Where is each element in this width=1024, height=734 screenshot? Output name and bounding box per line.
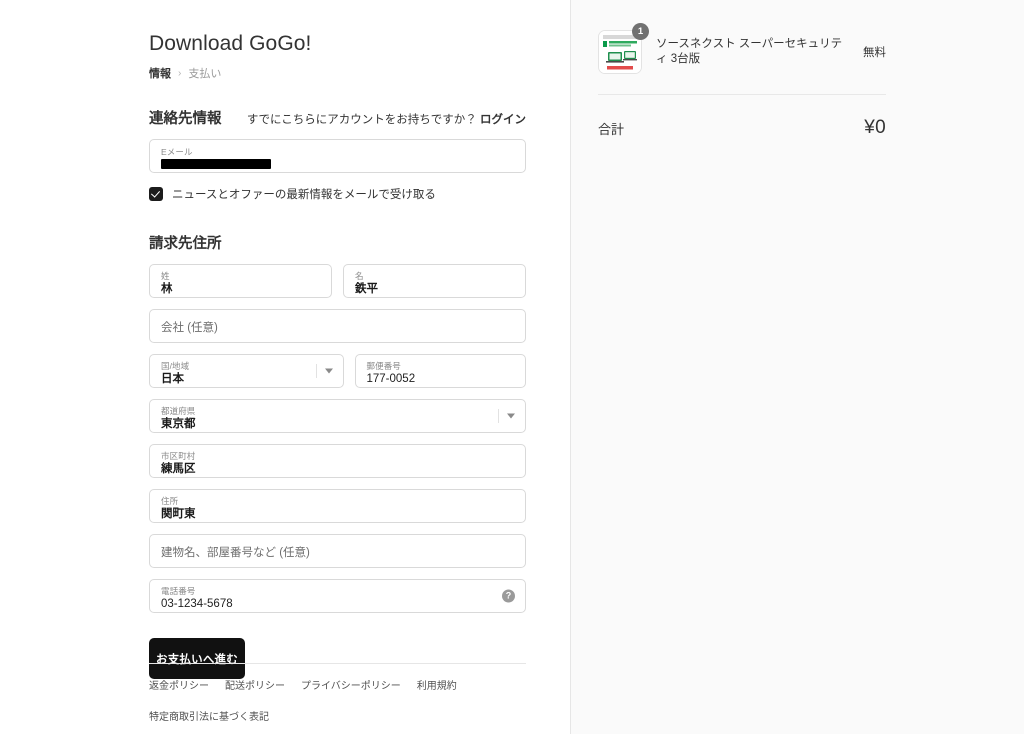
footer-link-shipping-policy[interactable]: 配送ポリシー [225, 677, 285, 692]
contact-section-title: 連絡先情報 [149, 111, 222, 127]
first-name-field[interactable]: 名 鉄平 [343, 264, 526, 298]
country-select[interactable]: 国/地域 日本 [149, 354, 344, 388]
email-field-label: Eメール [161, 147, 193, 157]
postal-code-label: 郵便番号 [366, 360, 401, 371]
page-title: Download GoGo! [149, 32, 312, 55]
company-placeholder: 会社 (任意) [161, 322, 218, 334]
last-name-value: 林 [161, 282, 173, 295]
address-line1-label: 住所 [161, 495, 179, 506]
country-select-divider [315, 364, 317, 378]
name-fields-row: 姓 林 名 鉄平 [149, 253, 526, 298]
order-total-row: 合計 ¥0 [598, 95, 886, 139]
city-label: 市区町村 [161, 450, 196, 461]
city-value: 練馬区 [161, 462, 196, 475]
checkout-form-column: Download GoGo! 情報 › 支払い 連絡先情報 すでにこちらにアカウ… [0, 0, 570, 734]
product-price: 無料 [863, 47, 886, 59]
newsletter-checkbox[interactable] [149, 187, 163, 201]
address-line1-value: 関町東 [161, 507, 196, 520]
contact-section-header: 連絡先情報 すでにこちらにアカウントをお持ちですか？ ログイン [149, 107, 526, 128]
footer-link-terms-of-service[interactable]: 利用規約 [417, 677, 457, 692]
login-link[interactable]: ログイン [480, 114, 526, 126]
breadcrumb-item-payment[interactable]: 支払い [188, 67, 221, 81]
phone-value: 03-1234-5678 [161, 597, 233, 610]
product-thumbnail-wrapper: 1 [598, 23, 649, 74]
help-icon[interactable]: ? [502, 589, 515, 603]
order-summary-column: 1 ソースネクスト スーパーセキュリティ 3台版 無料 合計 ¥0 [570, 0, 1024, 734]
address-line2-field[interactable]: 建物名、部屋番号など (任意) [149, 534, 526, 568]
postal-code-field[interactable]: 郵便番号 177-0052 [354, 354, 526, 388]
checkout-page: Download GoGo! 情報 › 支払い 連絡先情報 すでにこちらにアカウ… [0, 0, 1024, 734]
footer: 返金ポリシー 配送ポリシー プライバシーポリシー 利用規約 特定商取引法に基づく… [149, 663, 526, 723]
phone-label: 電話番号 [161, 585, 196, 596]
order-total-label: 合計 [598, 121, 625, 137]
footer-link-legal-notice[interactable]: 特定商取引法に基づく表記 [149, 708, 269, 723]
footer-links: 返金ポリシー 配送ポリシー プライバシーポリシー 利用規約 特定商取引法に基づく… [149, 677, 526, 723]
first-name-label: 名 [355, 270, 364, 281]
login-prompt: すでにこちらにアカウントをお持ちですか？ ログイン [247, 111, 526, 127]
postal-code-value: 177-0052 [366, 372, 416, 385]
phone-field[interactable]: 電話番号 03-1234-5678 ? [149, 579, 526, 613]
chevron-down-icon[interactable] [324, 368, 333, 374]
last-name-label: 姓 [161, 270, 170, 281]
prefecture-label: 都道府県 [161, 405, 196, 416]
product-name: ソースネクスト スーパーセキュリティ 3台版 [656, 38, 843, 65]
last-name-field[interactable]: 姓 林 [149, 264, 332, 298]
city-field[interactable]: 市区町村 練馬区 [149, 444, 526, 478]
order-total-value: ¥0 [864, 117, 886, 138]
prefecture-select-divider [498, 409, 499, 423]
newsletter-checkbox-row[interactable]: ニュースとオファーの最新情報をメールで受け取る [149, 186, 526, 202]
order-line-item: 1 ソースネクスト スーパーセキュリティ 3台版 無料 [598, 23, 886, 94]
company-field[interactable]: 会社 (任意) [149, 309, 526, 343]
login-prompt-text: すでにこちらにアカウントをお持ちですか？ [246, 114, 477, 126]
chevron-down-icon[interactable] [507, 413, 515, 419]
address-line1-field[interactable]: 住所 関町東 [149, 489, 526, 523]
breadcrumb: 情報 › 支払い [149, 67, 526, 81]
prefecture-select[interactable]: 都道府県 東京都 [149, 399, 526, 433]
email-field[interactable]: Eメール [149, 139, 526, 173]
footer-link-privacy-policy[interactable]: プライバシーポリシー [301, 677, 401, 692]
email-field-value-redacted [161, 159, 271, 169]
country-label: 国/地域 [161, 360, 190, 371]
chevron-right-icon: › [178, 68, 182, 79]
billing-section-title: 請求先住所 [149, 236, 222, 252]
newsletter-checkbox-label: ニュースとオファーの最新情報をメールで受け取る [172, 189, 436, 201]
prefecture-value: 東京都 [161, 417, 196, 430]
breadcrumb-item-information[interactable]: 情報 [149, 67, 171, 81]
first-name-value: 鉄平 [355, 282, 378, 295]
address-line2-placeholder: 建物名、部屋番号など (任意) [161, 547, 310, 559]
country-value: 日本 [161, 372, 184, 385]
country-postal-row: 国/地域 日本 郵便番号 177-0052 [149, 343, 526, 388]
quantity-badge: 1 [632, 23, 649, 40]
footer-link-refund-policy[interactable]: 返金ポリシー [149, 677, 209, 692]
